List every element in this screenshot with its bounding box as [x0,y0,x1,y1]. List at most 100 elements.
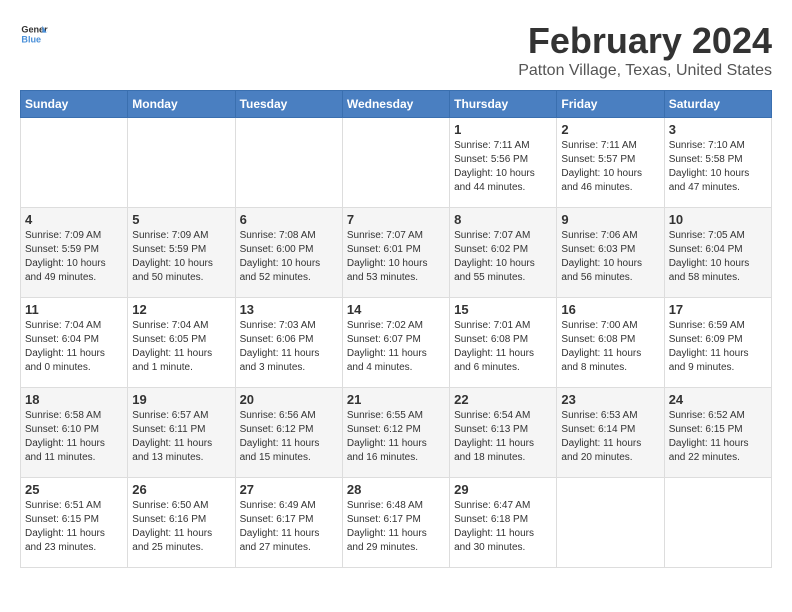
day-info: Sunrise: 7:01 AMSunset: 6:08 PMDaylight:… [454,319,552,375]
day-number: 24 [669,392,767,407]
table-row: 17Sunrise: 6:59 AMSunset: 6:09 PMDayligh… [664,298,771,388]
day-info: Sunrise: 7:02 AMSunset: 6:07 PMDaylight:… [347,319,445,375]
table-row [664,478,771,568]
day-info: Sunrise: 6:52 AMSunset: 6:15 PMDaylight:… [669,409,767,465]
header-tuesday: Tuesday [235,91,342,118]
day-number: 19 [132,392,230,407]
table-row: 26 Sunrise: 6:50 AMSunset: 6:16 PMDayligh… [128,478,235,568]
day-info: Sunrise: 7:08 AMSunset: 6:00 PMDaylight:… [240,229,338,285]
header-friday: Friday [557,91,664,118]
table-row: 11Sunrise: 7:04 AMSunset: 6:04 PMDayligh… [21,298,128,388]
table-row: 24 Sunrise: 6:52 AMSunset: 6:15 PMDayligh… [664,388,771,478]
day-info: Sunrise: 7:07 AMSunset: 6:02 PMDaylight:… [454,229,552,285]
day-number: 22 [454,392,552,407]
header-wednesday: Wednesday [342,91,449,118]
table-row [235,118,342,208]
day-number: 26 [132,482,230,497]
table-row: 23 Sunrise: 6:53 AMSunset: 6:14 PMDayligh… [557,388,664,478]
day-number: 3 [669,122,767,137]
day-number: 14 [347,302,445,317]
day-info: Sunrise: 7:11 AMSunset: 5:57 PMDaylight:… [561,139,659,195]
day-info: Sunrise: 6:48 AMSunset: 6:17 PMDaylight:… [347,499,445,555]
table-row: 29 Sunrise: 6:47 AMSunset: 6:18 PMDayligh… [450,478,557,568]
day-number: 4 [25,212,123,227]
table-row [557,478,664,568]
day-info: Sunrise: 6:57 AMSunset: 6:11 PMDaylight:… [132,409,230,465]
day-number: 10 [669,212,767,227]
table-row: 10 Sunrise: 7:05 AMSunset: 6:04 PMDayligh… [664,208,771,298]
calendar-table: Sunday Monday Tuesday Wednesday Thursday… [20,90,772,568]
table-row: 21 Sunrise: 6:55 AMSunset: 6:12 PMDayligh… [342,388,449,478]
page-header: General Blue February 2024 Patton Villag… [20,20,772,80]
logo-icon: General Blue [20,20,48,48]
day-number: 8 [454,212,552,227]
day-number: 28 [347,482,445,497]
day-number: 29 [454,482,552,497]
day-info: Sunrise: 7:06 AMSunset: 6:03 PMDaylight:… [561,229,659,285]
day-info: Sunrise: 7:04 AMSunset: 6:05 PMDaylight:… [132,319,230,375]
day-number: 21 [347,392,445,407]
day-number: 18 [25,392,123,407]
day-info: Sunrise: 6:55 AMSunset: 6:12 PMDaylight:… [347,409,445,465]
table-row: 1Sunrise: 7:11 AMSunset: 5:56 PMDaylight… [450,118,557,208]
header-sunday: Sunday [21,91,128,118]
day-number: 13 [240,302,338,317]
day-number: 1 [454,122,552,137]
header-monday: Monday [128,91,235,118]
day-number: 15 [454,302,552,317]
logo: General Blue [20,20,48,48]
day-number: 23 [561,392,659,407]
day-info: Sunrise: 6:54 AMSunset: 6:13 PMDaylight:… [454,409,552,465]
table-row: 15 Sunrise: 7:01 AMSunset: 6:08 PMDayligh… [450,298,557,388]
table-row: 6 Sunrise: 7:08 AMSunset: 6:00 PMDaylight… [235,208,342,298]
day-info: Sunrise: 6:53 AMSunset: 6:14 PMDaylight:… [561,409,659,465]
day-number: 16 [561,302,659,317]
svg-text:Blue: Blue [21,34,41,44]
header-thursday: Thursday [450,91,557,118]
day-info: Sunrise: 6:47 AMSunset: 6:18 PMDaylight:… [454,499,552,555]
table-row: 18 Sunrise: 6:58 AMSunset: 6:10 PMDayligh… [21,388,128,478]
day-info: Sunrise: 7:09 AMSunset: 5:59 PMDaylight:… [25,229,123,285]
table-row [128,118,235,208]
day-number: 6 [240,212,338,227]
day-info: Sunrise: 7:05 AMSunset: 6:04 PMDaylight:… [669,229,767,285]
day-number: 11 [25,302,123,317]
day-info: Sunrise: 7:07 AMSunset: 6:01 PMDaylight:… [347,229,445,285]
day-info: Sunrise: 7:03 AMSunset: 6:06 PMDaylight:… [240,319,338,375]
table-row: 8 Sunrise: 7:07 AMSunset: 6:02 PMDaylight… [450,208,557,298]
table-row: 9Sunrise: 7:06 AMSunset: 6:03 PMDaylight… [557,208,664,298]
table-row: 7 Sunrise: 7:07 AMSunset: 6:01 PMDaylight… [342,208,449,298]
table-row: 3 Sunrise: 7:10 AMSunset: 5:58 PMDaylight… [664,118,771,208]
day-info: Sunrise: 6:51 AMSunset: 6:15 PMDaylight:… [25,499,123,555]
table-row: 4 Sunrise: 7:09 AMSunset: 5:59 PMDaylight… [21,208,128,298]
table-row: 14 Sunrise: 7:02 AMSunset: 6:07 PMDayligh… [342,298,449,388]
calendar-body: 1Sunrise: 7:11 AMSunset: 5:56 PMDaylight… [21,118,772,568]
day-info: Sunrise: 6:59 AMSunset: 6:09 PMDaylight:… [669,319,767,375]
day-info: Sunrise: 6:50 AMSunset: 6:16 PMDaylight:… [132,499,230,555]
table-row: 19 Sunrise: 6:57 AMSunset: 6:11 PMDayligh… [128,388,235,478]
table-row: 5 Sunrise: 7:09 AMSunset: 5:59 PMDaylight… [128,208,235,298]
day-info: Sunrise: 6:56 AMSunset: 6:12 PMDaylight:… [240,409,338,465]
table-row [342,118,449,208]
table-row: 13 Sunrise: 7:03 AMSunset: 6:06 PMDayligh… [235,298,342,388]
day-number: 2 [561,122,659,137]
table-row: 20 Sunrise: 6:56 AMSunset: 6:12 PMDayligh… [235,388,342,478]
day-info: Sunrise: 7:00 AMSunset: 6:08 PMDaylight:… [561,319,659,375]
calendar-header: Sunday Monday Tuesday Wednesday Thursday… [21,91,772,118]
day-info: Sunrise: 7:10 AMSunset: 5:58 PMDaylight:… [669,139,767,195]
day-info: Sunrise: 7:09 AMSunset: 5:59 PMDaylight:… [132,229,230,285]
day-info: Sunrise: 6:49 AMSunset: 6:17 PMDaylight:… [240,499,338,555]
table-row: 25 Sunrise: 6:51 AMSunset: 6:15 PMDayligh… [21,478,128,568]
day-number: 20 [240,392,338,407]
subtitle: Patton Village, Texas, United States [518,62,772,80]
day-number: 7 [347,212,445,227]
day-number: 12 [132,302,230,317]
table-row: 22 Sunrise: 6:54 AMSunset: 6:13 PMDayligh… [450,388,557,478]
day-info: Sunrise: 6:58 AMSunset: 6:10 PMDaylight:… [25,409,123,465]
day-number: 5 [132,212,230,227]
day-number: 25 [25,482,123,497]
day-number: 27 [240,482,338,497]
table-row: 2 Sunrise: 7:11 AMSunset: 5:57 PMDaylight… [557,118,664,208]
table-row [21,118,128,208]
table-row: 16 Sunrise: 7:00 AMSunset: 6:08 PMDayligh… [557,298,664,388]
